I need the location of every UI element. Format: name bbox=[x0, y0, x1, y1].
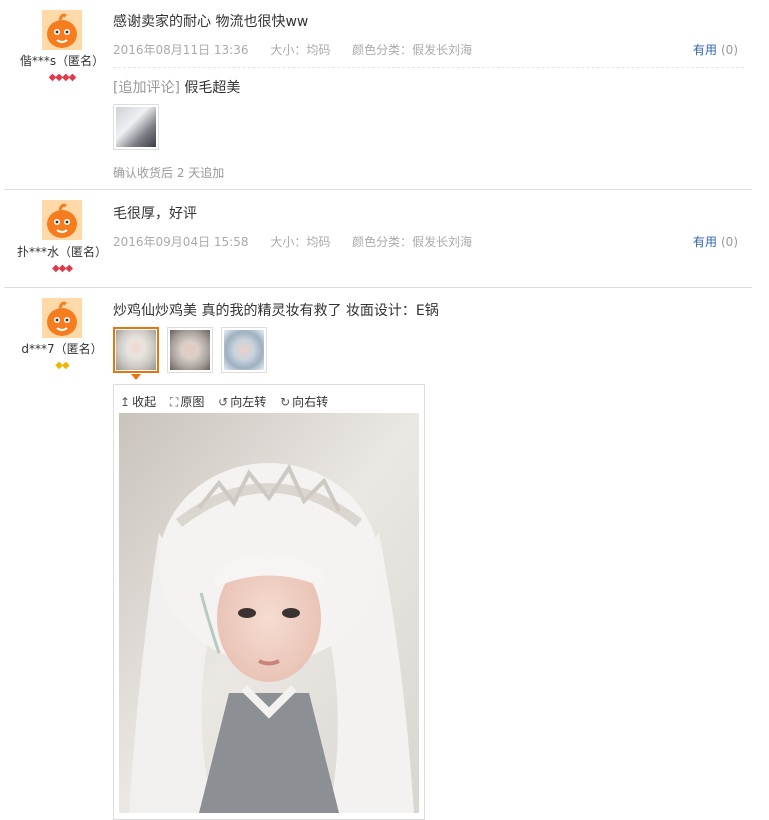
collapse-label: 收起 bbox=[132, 395, 157, 409]
review-text: 感谢卖家的耐心 物流也很快ww bbox=[113, 14, 309, 30]
expand-icon: ⛶ bbox=[169, 395, 179, 409]
useful-label[interactable]: 有用 bbox=[693, 235, 717, 249]
avatar[interactable] bbox=[42, 200, 82, 240]
photo-image bbox=[116, 330, 156, 370]
review-item: 扑***水（匿名） ◆◆◆ 毛很厚，好评 2016年09月04日 15:58 大… bbox=[4, 190, 752, 288]
sku-color: 颜色分类：假发长刘海 bbox=[352, 43, 473, 57]
gem-icon: ◆◆ bbox=[55, 360, 69, 371]
photo-image bbox=[224, 330, 264, 370]
sku-size: 大小：均码 bbox=[270, 43, 331, 57]
arrow-up-icon: ↥ bbox=[120, 395, 131, 409]
photo-image bbox=[170, 330, 210, 370]
review-item: 偕***s（匿名） ◆◆◆◆ 感谢卖家的耐心 物流也很快ww 2016年08月1… bbox=[4, 0, 752, 190]
append-note: 确认收货后 2 天追加 bbox=[113, 166, 225, 180]
useful-label[interactable]: 有用 bbox=[693, 43, 717, 57]
buyer-level-gems: ◆◆ bbox=[4, 361, 120, 371]
review-photo-large bbox=[119, 413, 419, 813]
review-meta: 2016年09月04日 15:58 大小：均码 颜色分类：假发长刘海 bbox=[113, 233, 752, 250]
review-photo-thumb[interactable] bbox=[167, 327, 213, 373]
review-date: 2016年08月11日 13:36 bbox=[113, 43, 249, 57]
username: d***7（匿名） bbox=[21, 342, 103, 356]
sku-color: 颜色分类：假发长刘海 bbox=[352, 235, 473, 249]
review-date: 2016年09月04日 15:58 bbox=[113, 235, 249, 249]
gem-icon: ◆◆◆◆ bbox=[48, 72, 77, 83]
useful-button[interactable]: 有用 (0) bbox=[693, 233, 738, 250]
photo-viewer: ↥ 收起 ⛶ 原图 ↺ 向左转 ↻ 向右转 bbox=[113, 384, 425, 820]
rotate-left-label: 向左转 bbox=[230, 395, 267, 409]
username: 偕***s（匿名） bbox=[19, 54, 105, 68]
useful-button[interactable]: 有用 (0) bbox=[693, 41, 738, 58]
review-photo-thumb-selected[interactable] bbox=[113, 327, 159, 373]
rotate-right-icon: ↻ bbox=[280, 395, 291, 409]
selected-indicator bbox=[131, 374, 141, 380]
review-meta: 2016年08月11日 13:36 大小：均码 颜色分类：假发长刘海 bbox=[113, 41, 752, 58]
collapse-button[interactable]: ↥ 收起 bbox=[120, 395, 156, 409]
useful-count: (0) bbox=[721, 43, 738, 57]
rotate-left-icon: ↺ bbox=[218, 395, 229, 409]
avatar[interactable] bbox=[42, 298, 82, 338]
review-item: d***7（匿名） ◆◆ 炒鸡仙炒鸡美 真的我的精灵妆有救了 妆面设计：E锅 ↥… bbox=[4, 288, 752, 820]
buyer-level-gems: ◆◆◆ bbox=[4, 264, 120, 274]
append-label: [追加评论] bbox=[113, 80, 180, 96]
review-text: 炒鸡仙炒鸡美 真的我的精灵妆有救了 妆面设计：E锅 bbox=[113, 303, 439, 319]
original-label: 原图 bbox=[180, 395, 205, 409]
review-photo-thumb[interactable] bbox=[221, 327, 267, 373]
gem-icon: ◆◆◆ bbox=[51, 263, 73, 274]
append-review: [追加评论] 假毛超美 bbox=[113, 77, 240, 97]
rotate-left-button[interactable]: ↺ 向左转 bbox=[218, 395, 266, 409]
viewer-toolbar: ↥ 收起 ⛶ 原图 ↺ 向左转 ↻ 向右转 bbox=[120, 393, 338, 410]
review-text: 毛很厚，好评 bbox=[113, 206, 197, 222]
review-photo-thumb[interactable] bbox=[113, 104, 159, 150]
useful-count: (0) bbox=[721, 235, 738, 249]
append-text: 假毛超美 bbox=[184, 80, 241, 96]
rotate-right-label: 向右转 bbox=[292, 395, 329, 409]
username: 扑***水（匿名） bbox=[16, 245, 107, 259]
original-image-button[interactable]: ⛶ 原图 bbox=[170, 395, 204, 409]
sku-size: 大小：均码 bbox=[270, 235, 331, 249]
divider bbox=[113, 67, 744, 68]
rotate-right-button[interactable]: ↻ 向右转 bbox=[280, 395, 328, 409]
buyer-level-gems: ◆◆◆◆ bbox=[4, 73, 120, 83]
photo-image bbox=[116, 107, 156, 147]
avatar[interactable] bbox=[42, 10, 82, 50]
